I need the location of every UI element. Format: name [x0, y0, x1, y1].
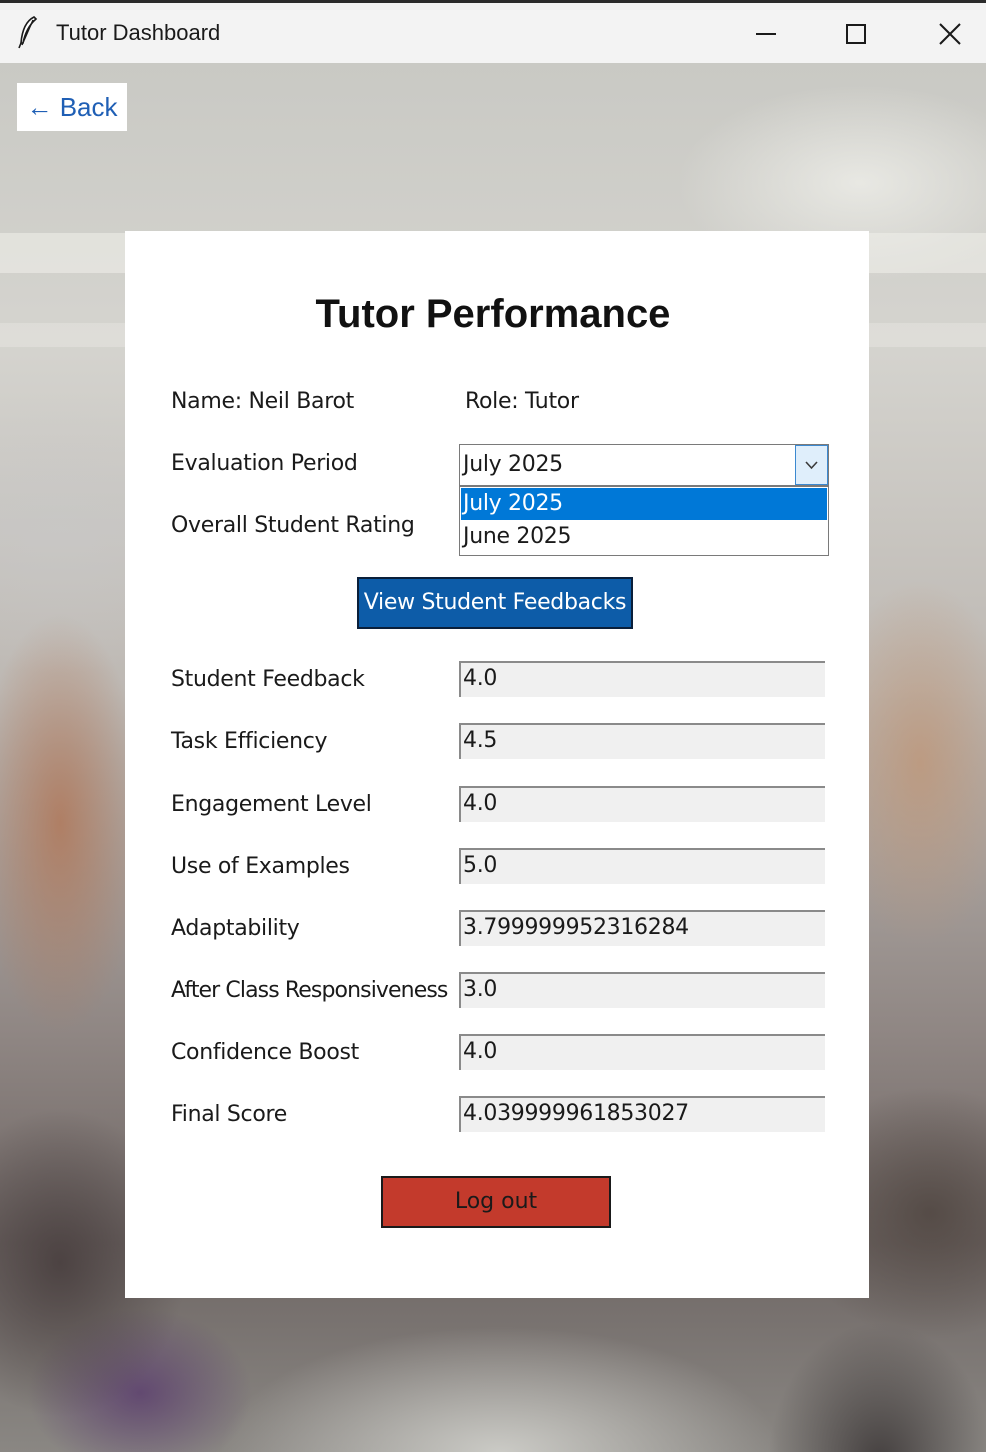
- metric-label: Final Score: [171, 1102, 288, 1127]
- overall-rating-label: Overall Student Rating: [171, 513, 415, 538]
- page-title: Tutor Performance: [315, 292, 671, 336]
- metric-label: Adaptability: [171, 916, 300, 941]
- metric-value-field[interactable]: 3.0: [459, 972, 825, 1008]
- chevron-down-icon: [805, 461, 818, 470]
- metric-value-field[interactable]: 4.039999961853027: [459, 1096, 825, 1132]
- maximize-button[interactable]: [833, 13, 879, 53]
- title-bar: Tutor Dashboard: [0, 0, 986, 63]
- app-window: Tutor Dashboard ← Back Tutor Performance…: [0, 0, 986, 1452]
- metric-value-field[interactable]: 5.0: [459, 848, 825, 884]
- metric-value-field[interactable]: 4.0: [459, 786, 825, 822]
- close-button[interactable]: [927, 13, 973, 53]
- feather-icon: [18, 16, 38, 49]
- window-title: Tutor Dashboard: [56, 20, 221, 45]
- metric-label: Task Efficiency: [171, 729, 328, 754]
- tutor-name: Name: Neil Barot: [171, 389, 354, 414]
- evaluation-period-select[interactable]: July 2025: [459, 444, 829, 486]
- evaluation-period-value: July 2025: [463, 452, 563, 477]
- view-student-feedbacks-button[interactable]: View Student Feedbacks: [357, 577, 633, 629]
- dropdown-option[interactable]: July 2025: [461, 488, 827, 520]
- metric-value-field[interactable]: 3.799999952316284: [459, 910, 825, 946]
- metric-label: Engagement Level: [171, 792, 372, 817]
- metric-label: Student Feedback: [171, 667, 365, 692]
- tutor-role: Role: Tutor: [465, 389, 579, 414]
- metric-label: Use of Examples: [171, 854, 350, 879]
- maximize-icon: [846, 24, 866, 44]
- metric-label: Confidence Boost: [171, 1040, 359, 1065]
- dropdown-toggle[interactable]: [795, 445, 828, 485]
- metric-label: After Class Responsiveness: [171, 978, 448, 1003]
- back-button[interactable]: ← Back: [17, 83, 127, 131]
- metric-value-field[interactable]: 4.5: [459, 723, 825, 759]
- close-icon: [939, 23, 961, 45]
- minimize-icon: [756, 33, 776, 35]
- metric-value-field[interactable]: 4.0: [459, 661, 825, 697]
- dropdown-option[interactable]: June 2025: [461, 521, 827, 553]
- metric-value-field[interactable]: 4.0: [459, 1034, 825, 1070]
- logout-button[interactable]: Log out: [381, 1176, 611, 1228]
- evaluation-period-dropdown: July 2025 June 2025: [459, 486, 829, 556]
- minimize-button[interactable]: [743, 13, 789, 53]
- evaluation-period-label: Evaluation Period: [171, 451, 358, 476]
